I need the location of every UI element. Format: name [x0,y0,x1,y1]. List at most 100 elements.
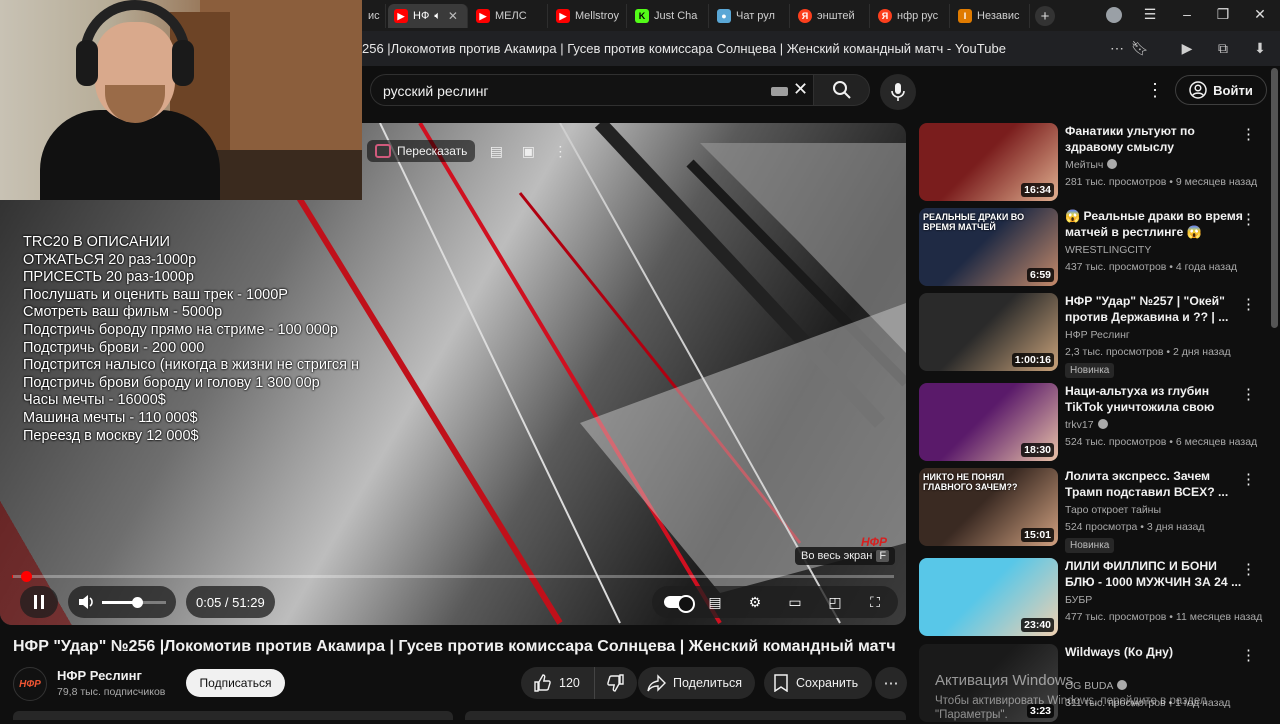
video-menu-icon[interactable]: ⋮ [1241,125,1256,143]
recommended-channel[interactable]: Таро откроет тайны [1065,504,1161,516]
settings-menu-icon[interactable]: ⋮ [1146,80,1164,101]
search-input[interactable]: русский реслинг [383,83,489,99]
recommended-video[interactable]: 23:40 ЛИЛИ ФИЛЛИПС И БОНИ БЛЮ - 1000 МУЖЧ… [919,558,1269,638]
restore-icon[interactable]: ❐ [1211,6,1235,23]
account-icon [1189,81,1207,99]
video-menu-icon[interactable]: ⋮ [1241,646,1256,664]
video-thumbnail[interactable]: 16:34 [919,123,1058,201]
browser-tab[interactable]: K Just Cha [629,4,709,28]
new-tab-button[interactable]: + [1035,6,1055,26]
recommended-video-title[interactable]: 😱 Реальные драки во время матчей в рестл… [1065,208,1243,240]
scrubber-handle[interactable] [21,571,32,582]
page-title[interactable]: 256 |Локомотив против Акамира | Гусев пр… [362,41,1006,56]
overlay-more-icon[interactable]: ⋮ [549,140,571,162]
browser-tab-label: МЕЛС [495,10,527,22]
dislike-button[interactable] [595,667,637,699]
channel-avatar[interactable]: НФР [13,667,47,701]
channel-name[interactable]: НФР Реслинг [57,668,142,683]
minimize-icon[interactable]: – [1175,6,1199,22]
recommended-video-title[interactable]: Фанатики ультуют по здравому смыслу [1065,123,1243,155]
recommended-channel[interactable]: Мейтыч [1065,159,1118,171]
donation-line: ПРИСЕСТЬ 20 раз-1000р [23,269,194,286]
volume-control[interactable] [68,586,176,618]
more-actions-button[interactable]: ⋯ [875,667,907,699]
keyboard-icon[interactable] [771,87,788,96]
sign-in-button[interactable]: Войти [1175,75,1267,105]
pause-button[interactable] [20,586,58,618]
search-button[interactable] [814,74,870,106]
subscribe-button[interactable]: Подписаться [186,669,285,697]
recommended-video[interactable]: 1:00:16 НФР "Удар" №257 | "Окей" против Д… [919,293,1269,378]
recommended-channel[interactable]: БУБР [1065,594,1092,606]
video-thumbnail[interactable]: РЕАЛЬНЫЕ ДРАКИ ВО ВРЕМЯ МАТЧЕЙ 6:59 [919,208,1058,286]
browser-tab[interactable]: I Независ [952,4,1030,28]
retell-button[interactable]: Пересказать [367,140,476,162]
search-box[interactable]: русский реслинг ✕ [370,74,814,106]
video-thumbnail[interactable]: 1:00:16 [919,293,1058,371]
theater-mode-icon[interactable]: ▭ [784,592,806,612]
bookmark-icon[interactable]: 🔖︎ [1131,40,1149,57]
recommended-channel[interactable]: WRESTLINGCITY [1065,244,1151,256]
new-badge: Новинка [1065,363,1115,378]
picture-in-picture-icon[interactable]: ▶︎ [1178,40,1196,57]
browser-tab[interactable]: ▶ НФ 🔈︎ ✕ [388,4,468,28]
subtitles-icon[interactable]: ▤ [485,140,507,162]
close-tab-icon[interactable]: ✕ [448,9,458,23]
volume-icon[interactable] [78,594,94,610]
captions-icon[interactable]: ▤ [704,592,726,612]
browser-tab-label: Чат рул [736,10,775,22]
recommended-channel[interactable]: trkv17 [1065,419,1108,431]
video-menu-icon[interactable]: ⋮ [1241,470,1256,488]
fullscreen-icon[interactable]: ⛶ [864,592,886,612]
progress-bar[interactable] [12,571,894,582]
browser-tab[interactable]: ▶ МЕЛС [470,4,548,28]
video-menu-icon[interactable]: ⋮ [1241,560,1256,578]
recommended-video-title[interactable]: Лолита экспресс. Зачем Трамп подставил В… [1065,468,1243,500]
recommended-meta: 281 тыс. просмотров • 9 месяцев назад [1065,176,1257,188]
browser-tab[interactable]: ▶ Mellstroy [550,4,627,28]
miniplayer-icon[interactable]: ▣ [517,140,539,162]
recommended-video[interactable]: НИКТО НЕ ПОНЯЛ ГЛАВНОГО ЗАЧЕМ?? 15:01 Лоли… [919,468,1269,553]
video-menu-icon[interactable]: ⋮ [1241,295,1256,313]
settings-gear-icon[interactable]: ⚙ [744,592,766,612]
recommended-video[interactable]: 16:34 Фанатики ультуют по здравому смыслу… [919,123,1269,203]
recommended-video-title[interactable]: ЛИЛИ ФИЛЛИПС И БОНИ БЛЮ - 1000 МУЖЧИН ЗА… [1065,558,1243,590]
tab-audio-icon[interactable]: 🔈︎ [434,10,441,23]
autoplay-toggle[interactable] [664,592,695,613]
voice-search-button[interactable] [880,74,916,110]
video-menu-icon[interactable]: ⋮ [1241,385,1256,403]
clear-search-icon[interactable]: ✕ [793,79,808,100]
video-thumbnail[interactable]: 23:40 [919,558,1058,636]
fullscreen-tooltip-label: Во весь экран [801,550,873,562]
video-menu-icon[interactable]: ⋮ [1241,210,1256,228]
collections-icon[interactable]: ⧉ [1214,40,1232,57]
meta-separator: • [1137,521,1147,533]
profile-avatar[interactable] [1106,7,1122,23]
save-button[interactable]: Сохранить [764,667,873,699]
recommended-channel[interactable]: НФР Реслинг [1065,329,1130,341]
meta-separator: • [1166,176,1176,188]
like-button[interactable]: 120 [521,667,595,699]
browser-menu-icon[interactable]: ☰ [1138,6,1162,23]
recommended-video[interactable]: 18:30 Наци-альтуха из глубин TikTok уничт… [919,383,1269,463]
video-thumbnail[interactable]: НИКТО НЕ ПОНЯЛ ГЛАВНОГО ЗАЧЕМ?? 15:01 [919,468,1058,546]
recommended-video[interactable]: РЕАЛЬНЫЕ ДРАКИ ВО ВРЕМЯ МАТЧЕЙ 6:59 😱 Реал… [919,208,1269,288]
browser-tab[interactable]: ис [362,4,386,28]
recommended-channel[interactable]: OG BUDA [1065,680,1128,692]
browser-tab[interactable]: Янфр рус [872,4,950,28]
browser-tab-label: энштей [817,10,855,22]
browser-tab[interactable]: Яэнштей [792,4,870,28]
volume-slider[interactable] [102,596,143,608]
video-thumbnail[interactable]: 18:30 [919,383,1058,461]
share-button[interactable]: Поделиться [638,667,756,699]
cast-icon[interactable]: ◰ [824,592,846,612]
recommended-video-title[interactable]: Wildways (Ко Дну) [1065,644,1243,660]
pause-icon [34,595,44,609]
browser-tab[interactable]: ● Чат рул [711,4,790,28]
page-scrollbar[interactable] [1271,68,1278,328]
recommended-video-title[interactable]: Наци-альтуха из глубин TikTok уничтожила… [1065,383,1243,417]
more-icon[interactable]: ⋯ [1108,40,1126,57]
close-window-icon[interactable]: ✕ [1248,6,1272,23]
recommended-video-title[interactable]: НФР "Удар" №257 | "Окей" против Державин… [1065,293,1243,325]
downloads-icon[interactable]: ⬇︎ [1251,40,1269,57]
